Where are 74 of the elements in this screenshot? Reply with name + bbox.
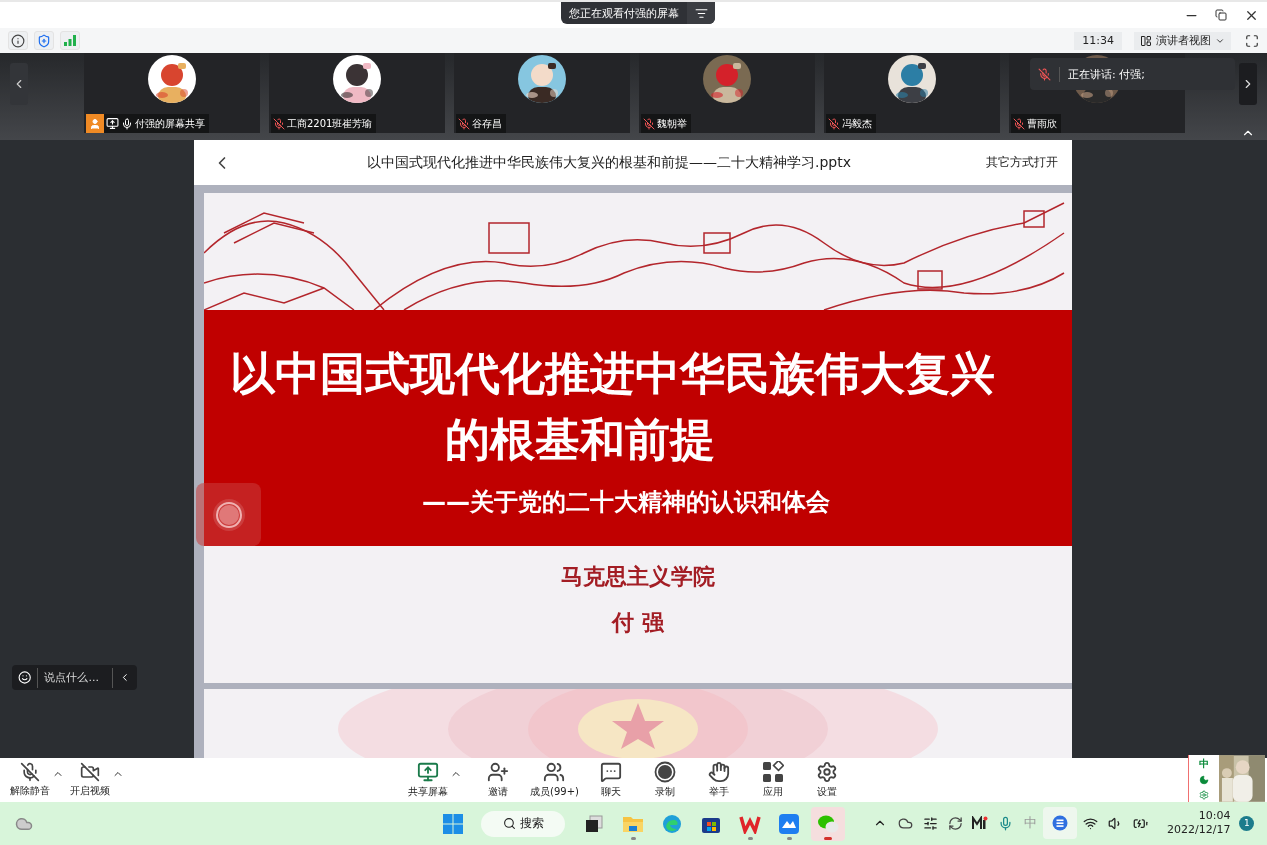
chat-field[interactable]: 说点什么... <box>12 665 137 690</box>
banner-menu-button[interactable] <box>687 2 715 24</box>
record-icon <box>653 761 676 783</box>
ime-mode[interactable]: 中 <box>1198 757 1209 772</box>
search-button[interactable]: 搜索 <box>481 810 565 837</box>
cloud-icon <box>897 815 913 831</box>
hand-icon <box>707 761 730 783</box>
meeting-timer: 11:34 <box>1074 31 1122 50</box>
chat-bubbles-icon <box>817 813 839 834</box>
mic-icon <box>997 815 1013 831</box>
participant-name: 曹雨欣 <box>1027 116 1057 131</box>
document-title: 以中国式现代化推进中华民族伟大复兴的根基和前提——二十大精神学习.pptx <box>366 153 852 172</box>
speaking-text: 正在讲话: 付强; <box>1059 66 1145 82</box>
settings-icon[interactable] <box>1198 789 1209 800</box>
emoji-icon[interactable] <box>18 670 32 685</box>
windows-logo-icon <box>443 813 463 834</box>
toolbar-button[interactable]: 应用 <box>750 761 795 799</box>
share-screen-icon <box>417 761 439 783</box>
apps-icon <box>761 761 784 783</box>
mountain-logo-icon <box>779 813 799 834</box>
open-with-link[interactable]: 其它方式打开 <box>986 154 1058 171</box>
participant-name: 谷存昌 <box>472 116 502 131</box>
participant-tile[interactable]: 谷存昌 <box>454 53 630 133</box>
restore-icon[interactable] <box>1215 9 1227 21</box>
toolbar-button[interactable]: 共享屏幕 <box>406 761 450 799</box>
shield-icon <box>37 33 51 48</box>
chat-icon <box>599 761 622 783</box>
slide-title: 以中国式现代化推进中华民族伟大复兴 <box>230 346 995 402</box>
slide-subtitle: ——关于党的二十大精神的认识和体会 <box>422 487 830 518</box>
clock-button[interactable]: 10:04 2022/12/17 <box>1167 809 1231 837</box>
unmute-button[interactable]: 解除静音 <box>8 762 52 798</box>
toolbar-button[interactable]: 设置 <box>804 761 849 799</box>
browser-icon <box>662 813 682 834</box>
participant-name: 魏朝举 <box>657 116 687 131</box>
wifi-icon <box>1082 815 1098 831</box>
windows-icon <box>584 813 604 834</box>
participant-tile[interactable]: 付强的屏幕共享 <box>84 53 260 133</box>
banner-text: 您正在观看付强的屏幕 <box>568 5 680 21</box>
fullscreen-icon[interactable] <box>1245 33 1259 48</box>
view-dropdown[interactable]: 演讲者视图 <box>1134 31 1231 50</box>
laser-dot-icon <box>211 497 246 532</box>
participant-name: 冯毅杰 <box>842 116 872 131</box>
search-icon <box>502 817 516 830</box>
toolbar-button[interactable]: 成员(99+) <box>530 761 579 799</box>
participant-tile[interactable]: 冯毅杰 <box>824 53 1000 133</box>
users-icon <box>543 761 566 783</box>
m-logo-icon <box>972 816 988 830</box>
sliders-icon <box>922 815 938 831</box>
video-button[interactable]: 开启视频 <box>68 762 112 798</box>
participant-name: 付强的屏幕共享 <box>135 116 205 131</box>
participant-tile[interactable]: 魏朝举 <box>639 53 815 133</box>
signal-icon <box>64 35 76 46</box>
add-user-icon <box>487 761 509 783</box>
layout-icon <box>1140 34 1152 47</box>
app-logo-icon <box>1052 815 1068 831</box>
settings-icon <box>815 761 838 783</box>
toolbar-button[interactable]: 举手 <box>696 761 741 799</box>
slide-title: 的根基和前提 <box>445 412 715 468</box>
tray-app-button[interactable] <box>1043 807 1077 839</box>
toolbar-button[interactable]: 聊天 <box>588 761 633 799</box>
participant-tile[interactable]: 工商2201班崔芳瑜 <box>269 53 445 133</box>
slide-author: 付 强 <box>612 609 664 637</box>
notification-badge[interactable]: 1 <box>1239 815 1255 831</box>
chat-input[interactable]: 说点什么... <box>37 667 114 688</box>
sync-icon <box>947 815 963 831</box>
moon-icon[interactable] <box>1198 775 1209 786</box>
info-button[interactable] <box>8 31 28 50</box>
toolbar-button[interactable]: 邀请 <box>476 761 520 799</box>
info-icon <box>11 33 25 48</box>
shield-button[interactable] <box>34 31 54 50</box>
toolbar-button[interactable]: 录制 <box>642 761 687 799</box>
menu-icon <box>694 6 708 20</box>
participant-name: 工商2201班崔芳瑜 <box>287 116 373 131</box>
slide-organization: 马克思主义学院 <box>561 563 715 591</box>
